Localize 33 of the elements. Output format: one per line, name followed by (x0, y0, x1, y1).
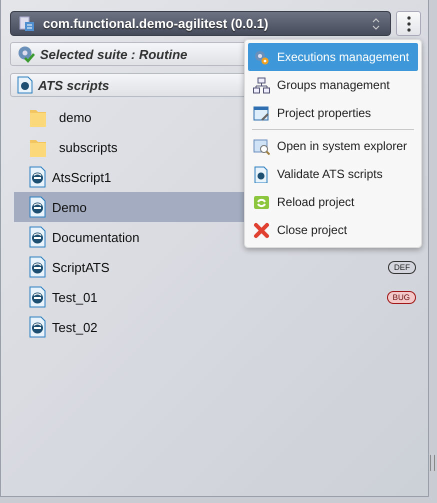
script-icon (29, 166, 46, 188)
more-button[interactable] (396, 11, 421, 36)
gear-check-icon (17, 45, 35, 63)
script-icon (17, 76, 33, 94)
resize-grip[interactable] (430, 455, 435, 471)
tree-item[interactable]: Test_01 BUG (14, 282, 421, 312)
tag-badge: DEF (388, 260, 416, 274)
project-title: com.functional.demo-agilitest (0.0.1) (43, 16, 270, 31)
tree-item[interactable]: Test_02 (14, 312, 421, 342)
script-icon (29, 316, 46, 338)
script-icon (253, 166, 270, 182)
menu-item[interactable]: Groups management (248, 71, 418, 99)
suite-label: Selected suite : Routine (40, 46, 188, 62)
script-icon (29, 196, 46, 218)
project-dropdown[interactable]: com.functional.demo-agilitest (0.0.1) (10, 11, 391, 36)
script-icon (29, 256, 46, 278)
network-icon (253, 76, 270, 94)
spinner-icon (372, 16, 380, 30)
tag-badge: BUG (386, 290, 416, 304)
project-icon (19, 16, 35, 32)
gears-icon (253, 48, 270, 66)
menu-item[interactable]: Project properties (248, 99, 418, 127)
script-icon (29, 286, 46, 308)
window-icon (253, 104, 270, 122)
tree-item[interactable]: ScriptATS DEF (14, 252, 421, 282)
magnifier-icon (253, 138, 270, 154)
more-icon (406, 16, 410, 32)
close-icon (253, 222, 270, 238)
script-icon (29, 226, 46, 248)
menu-item[interactable]: Open in system explorer (248, 132, 418, 160)
section-title: ATS scripts (38, 78, 110, 92)
menu-item[interactable]: Validate ATS scripts (248, 160, 418, 188)
refresh-icon (253, 194, 270, 210)
